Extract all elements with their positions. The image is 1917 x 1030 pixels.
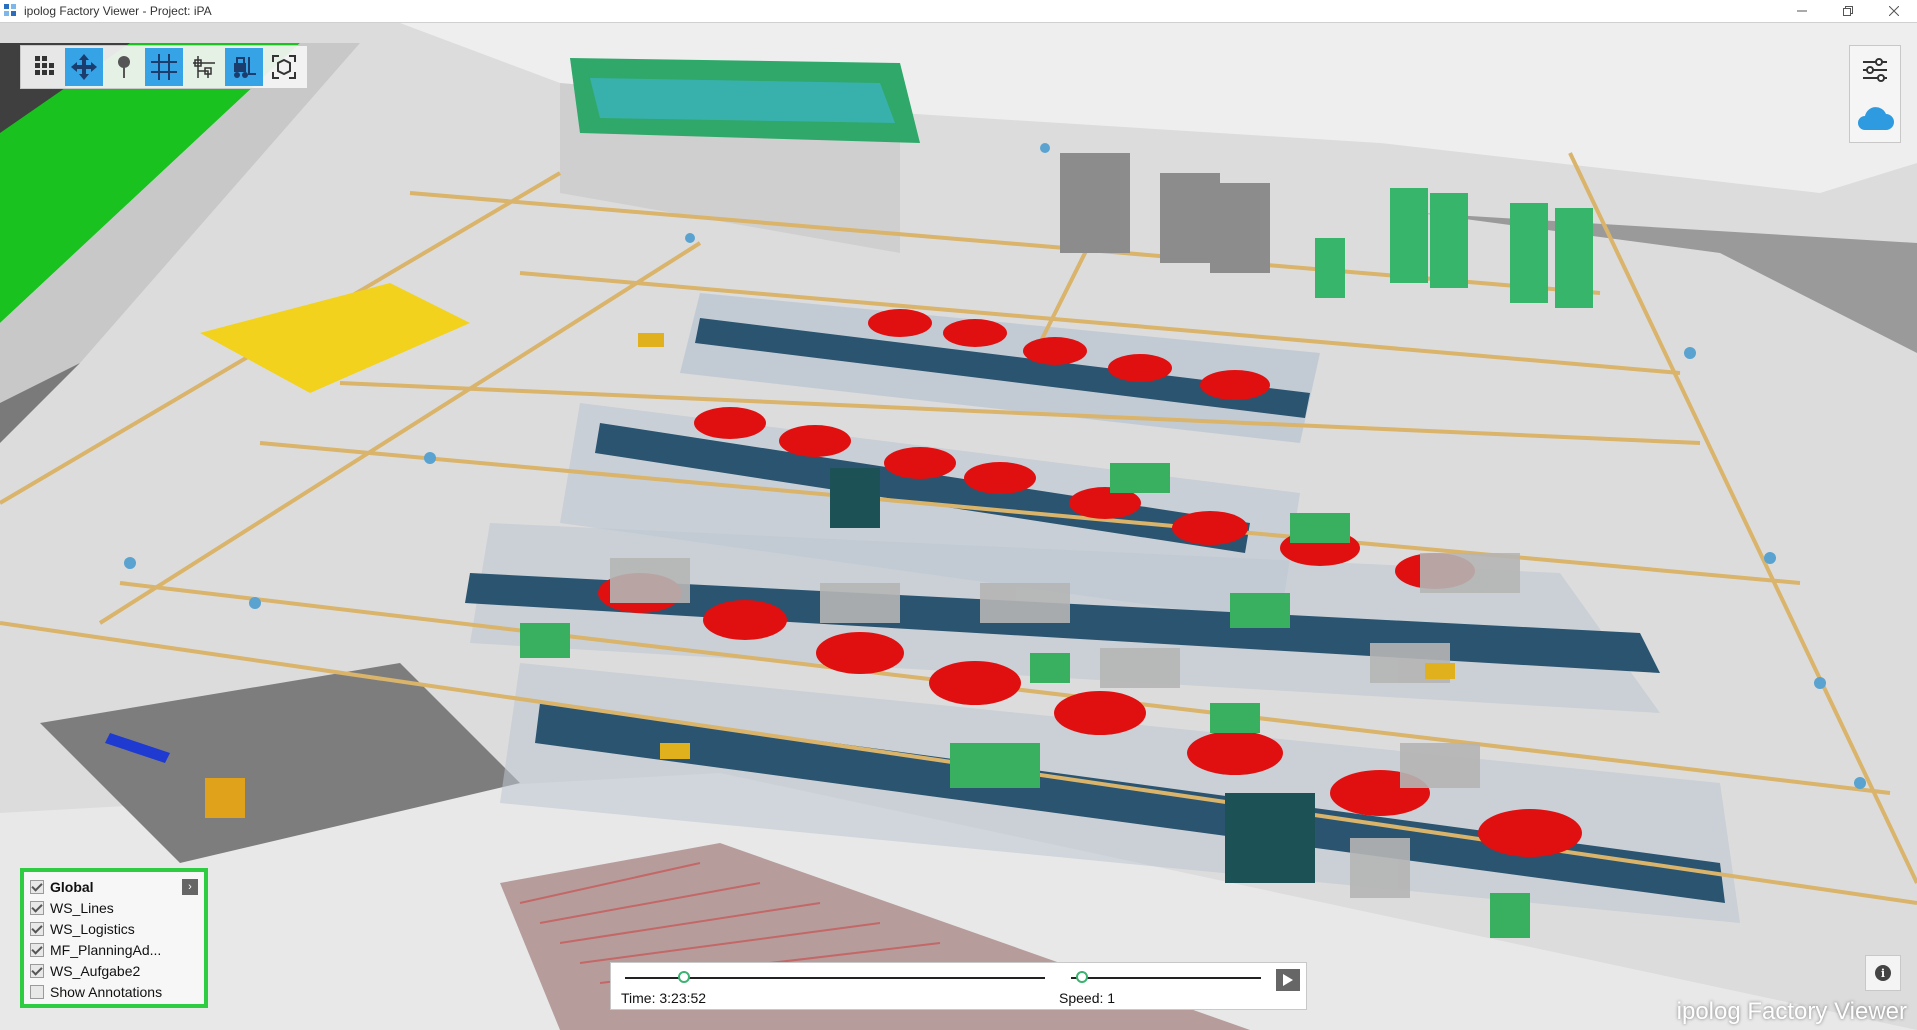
settings-button[interactable] (1850, 46, 1900, 94)
right-tool-panel (1849, 45, 1901, 143)
playback-bar: Time: 3:23:52 Speed: 1 (610, 962, 1307, 1010)
layer-item[interactable]: Global › (30, 876, 198, 897)
title-bar: ipolog Factory Viewer - Project: iPA (0, 0, 1917, 23)
layer-label: Global (50, 878, 94, 895)
factory-3d-viewport[interactable] (0, 23, 1917, 1030)
speed-slider-knob[interactable] (1076, 971, 1089, 983)
grid-menu-button[interactable] (25, 48, 63, 86)
focus-camera-button[interactable] (265, 48, 303, 86)
layer-label: WS_Logistics (50, 920, 135, 937)
layer-checkbox[interactable] (30, 984, 44, 999)
main-toolbar (20, 45, 308, 89)
layer-checkbox[interactable] (30, 879, 44, 894)
layer-item[interactable]: Show Annotations (30, 981, 198, 1002)
time-slider-knob[interactable] (677, 971, 690, 983)
play-button[interactable] (1276, 969, 1300, 991)
layer-item[interactable]: WS_Lines (30, 897, 198, 918)
path-network-icon (193, 56, 215, 78)
minimize-icon (1797, 10, 1807, 12)
move-icon (71, 54, 97, 80)
layer-label: WS_Aufgabe2 (50, 962, 141, 979)
layer-label: WS_Lines (50, 899, 114, 916)
move-button[interactable] (65, 48, 103, 86)
settings-sliders-icon (1863, 58, 1887, 82)
close-button[interactable] (1871, 0, 1917, 22)
layer-checkbox[interactable] (30, 963, 44, 978)
grid-menu-icon (35, 56, 54, 75)
info-button[interactable]: i (1865, 955, 1901, 991)
path-network-button[interactable] (185, 48, 223, 86)
cloud-icon (1858, 107, 1894, 130)
minimize-button[interactable] (1779, 0, 1825, 22)
pin-button[interactable] (105, 48, 143, 86)
layer-item[interactable]: MF_PlanningAd... (30, 939, 198, 960)
layer-checkbox[interactable] (30, 900, 44, 915)
expand-layers-button[interactable]: › (182, 878, 198, 895)
layers-panel: Global › WS_Lines WS_Logistics MF_PlanningAd… (20, 868, 208, 1008)
cloud-button[interactable] (1850, 94, 1900, 142)
time-label: Time: 3:23:52 (621, 990, 707, 1006)
layer-checkbox[interactable] (30, 921, 44, 936)
window-title: ipolog Factory Viewer - Project: iPA (24, 4, 212, 18)
speed-label: Speed: 1 (1059, 990, 1116, 1006)
layer-item[interactable]: WS_Logistics (30, 918, 198, 939)
layer-label: Show Annotations (50, 983, 163, 1000)
layer-label: MF_PlanningAd... (50, 941, 162, 958)
layer-item[interactable]: WS_Aufgabe2 (30, 960, 198, 981)
forklift-icon (234, 57, 256, 78)
grid-overlay-button[interactable] (145, 48, 183, 86)
app-watermark: ipolog Factory Viewer (1676, 998, 1907, 1025)
close-icon (1889, 6, 1899, 16)
focus-camera-icon (272, 55, 296, 79)
info-icon: i (1875, 965, 1891, 981)
factory-scene-render (0, 23, 1917, 1030)
app-logo-icon (4, 4, 18, 18)
forklift-button[interactable] (225, 48, 263, 86)
grid-overlay-icon (151, 54, 177, 80)
restore-button[interactable] (1825, 0, 1871, 22)
layer-checkbox[interactable] (30, 942, 44, 957)
speed-slider-track[interactable] (1071, 977, 1261, 979)
restore-icon (1843, 6, 1853, 16)
pin-icon (118, 56, 130, 78)
